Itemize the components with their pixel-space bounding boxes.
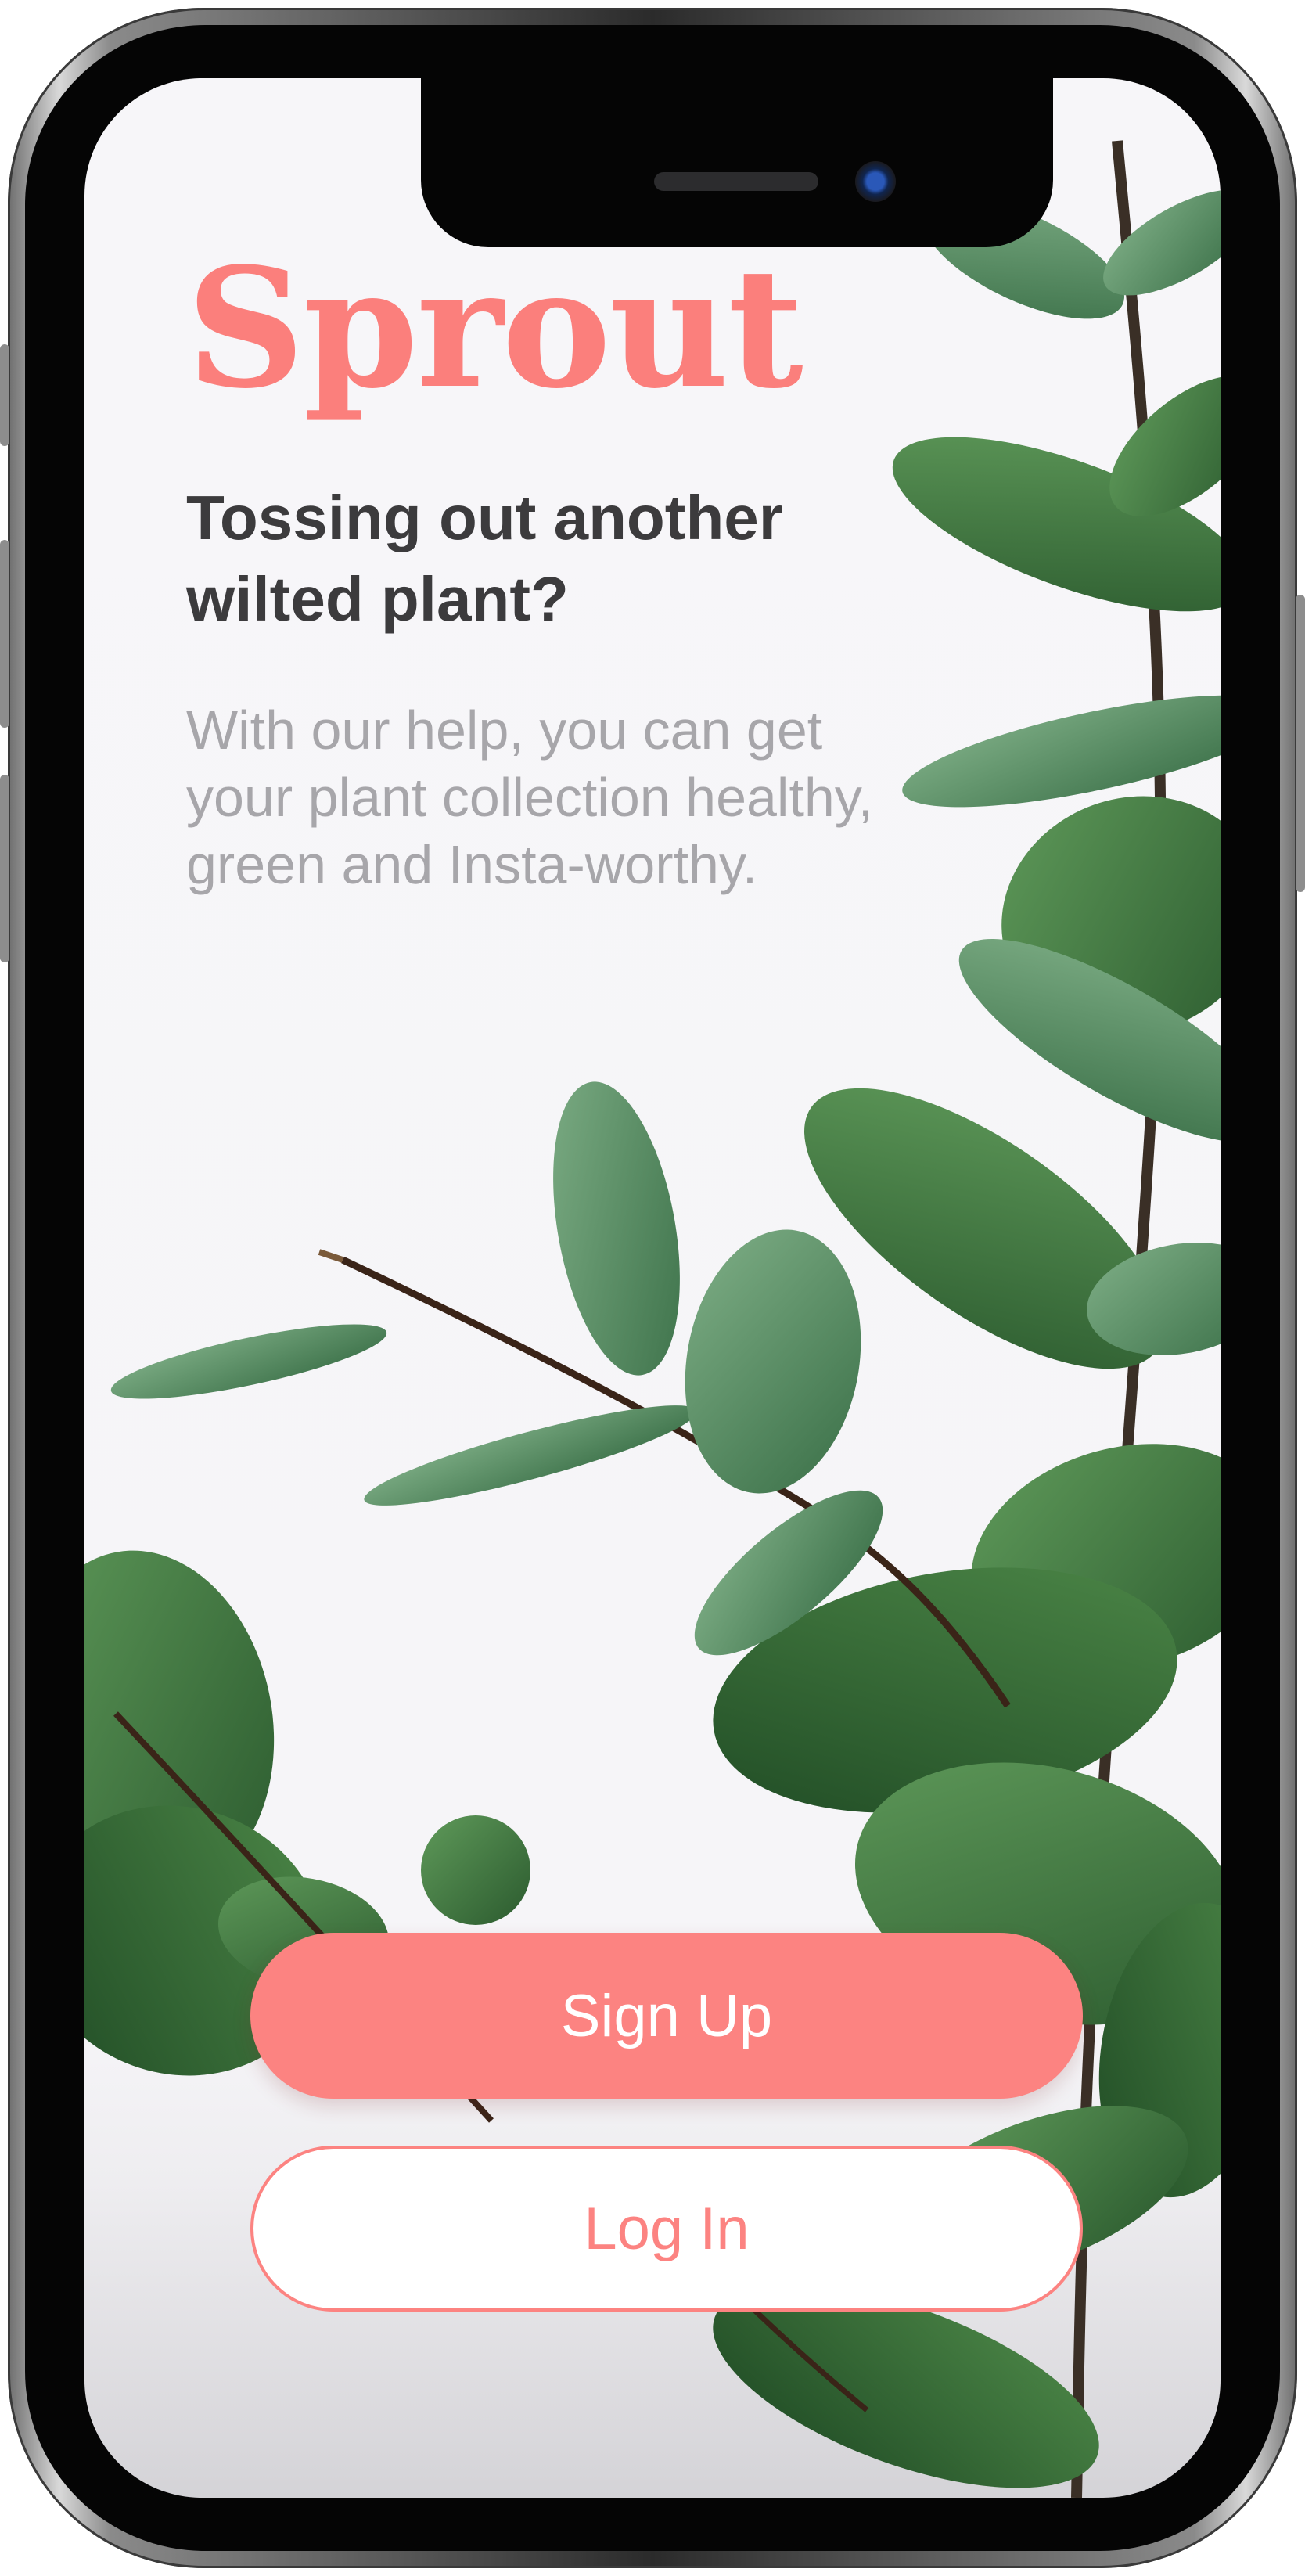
app-screen: Sprout Tossing out another wilted plant?…: [84, 78, 1221, 2498]
mute-switch: [0, 344, 9, 446]
volume-down-button: [0, 775, 9, 962]
brand-logo: Sprout: [186, 232, 803, 425]
speaker-grille: [654, 172, 818, 191]
sign-up-button[interactable]: Sign Up: [250, 1933, 1083, 2099]
headline: Tossing out another wilted plant?: [186, 483, 783, 634]
power-button: [1296, 595, 1305, 892]
device-notch: [421, 78, 1053, 247]
front-camera-icon: [855, 161, 896, 202]
log-in-label: Log In: [584, 2195, 750, 2262]
log-in-button[interactable]: Log In: [250, 2146, 1083, 2312]
eucalyptus-plant-icon: [84, 140, 1221, 2498]
sign-up-label: Sign Up: [560, 1982, 773, 2049]
volume-up-button: [0, 540, 9, 728]
intro-description: With our help, you can get your plant co…: [186, 700, 874, 895]
